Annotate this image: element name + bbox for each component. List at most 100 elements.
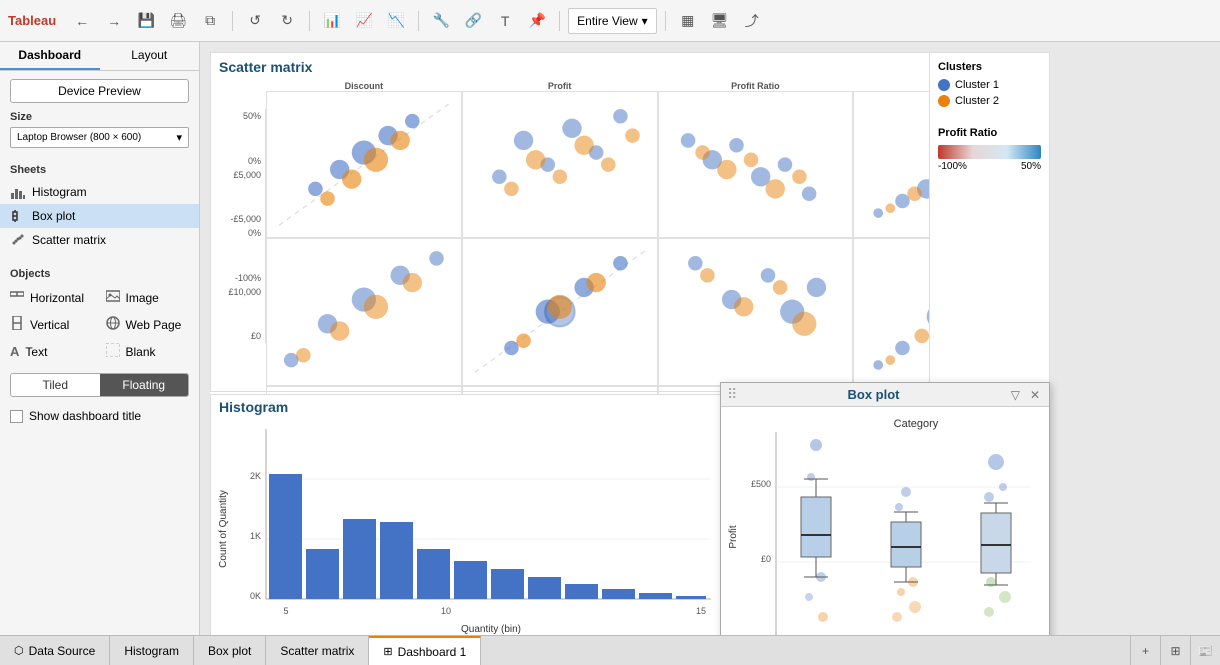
sep5: [665, 11, 666, 31]
image-object[interactable]: Image: [100, 284, 196, 311]
boxplot-title: Box plot: [847, 387, 899, 402]
scatter-p-pr: [658, 238, 854, 385]
image-label: Image: [126, 291, 159, 305]
panel-tabs: Dashboard Layout: [0, 42, 199, 71]
scatter-label: Scatter matrix: [32, 233, 106, 247]
duplicate-button[interactable]: ⧉: [196, 7, 224, 35]
tiled-floating-toggle: Tiled Floating: [10, 373, 189, 397]
redo2-button[interactable]: ↻: [273, 7, 301, 35]
tools3-button[interactable]: T: [491, 7, 519, 35]
sidebar-item-histogram[interactable]: Histogram: [0, 180, 199, 204]
tab-histogram[interactable]: Histogram: [110, 636, 194, 665]
bp-y-label: Profit: [728, 525, 739, 549]
datasource-icon: ⬡: [14, 644, 24, 657]
y-tick-pr-min: -100%: [235, 273, 261, 283]
chart1-button[interactable]: 📊: [318, 7, 346, 35]
scatter-legend: Clusters Cluster 1 Cluster 2 Profit Rati…: [929, 53, 1049, 393]
vertical-label: Vertical: [30, 318, 69, 332]
tools2-button[interactable]: 🔗: [459, 7, 487, 35]
svg-text:5: 5: [283, 606, 288, 616]
scatter-p-d: [266, 238, 462, 385]
boxplot-chart: Category £500 £0 Profit: [721, 407, 1051, 635]
boxplot-filter-button[interactable]: ▽: [1008, 387, 1023, 403]
tab-boxplot[interactable]: Box plot: [194, 636, 266, 665]
sheets-section: Sheets Histogram Box plot Scatter matrix: [0, 156, 199, 260]
boxplot-tab-label: Box plot: [208, 644, 251, 658]
vertical-object[interactable]: Vertical: [4, 311, 100, 338]
sidebar-item-scatter[interactable]: Scatter matrix: [0, 228, 199, 252]
text-object[interactable]: A Text: [4, 338, 100, 365]
sidebar-item-boxplot[interactable]: Box plot: [0, 204, 199, 228]
category-title: Category: [894, 418, 939, 430]
chart2-button[interactable]: 📈: [350, 7, 378, 35]
new-sheet-button[interactable]: +: [1130, 636, 1160, 665]
show-title-checkbox[interactable]: [10, 410, 23, 423]
globe-icon: [106, 316, 120, 333]
datasource-label: Data Source: [29, 644, 96, 658]
horizontal-label: Horizontal: [30, 291, 84, 305]
clusters-legend-title: Clusters: [938, 61, 1041, 73]
y-tick-disc-min: 0%: [248, 156, 261, 166]
undo-button[interactable]: ←: [68, 7, 96, 35]
save-button[interactable]: 💾: [132, 7, 160, 35]
new-story-button[interactable]: 📰: [1190, 636, 1220, 665]
cluster1-dot: [938, 79, 950, 91]
size-dropdown[interactable]: Laptop Browser (800 × 600) ▾: [10, 127, 189, 148]
device-preview-button[interactable]: Device Preview: [10, 79, 189, 103]
blank-object[interactable]: Blank: [100, 338, 196, 365]
boxplot-close-button[interactable]: ✕: [1027, 387, 1043, 403]
image-icon: [106, 289, 120, 306]
size-section: Size Laptop Browser (800 × 600) ▾: [0, 111, 199, 156]
svg-text:£500: £500: [751, 479, 771, 489]
scatter-title-bar: Scatter matrix ⤢: [211, 53, 1049, 81]
view-dropdown[interactable]: Entire View ▾: [568, 8, 657, 34]
bottom-tabs: ⬡ Data Source Histogram Box plot Scatter…: [0, 635, 1220, 665]
scatter-matrix-title: Scatter matrix: [219, 59, 312, 75]
webpage-object[interactable]: Web Page: [100, 311, 196, 338]
horizontal-icon: [10, 289, 24, 306]
svg-text:1K: 1K: [250, 531, 261, 541]
histogram-title-bar: Histogram: [211, 395, 724, 419]
present-button[interactable]: ▦: [674, 7, 702, 35]
histogram-sheet-icon: [10, 184, 26, 200]
histogram-panel: Histogram 0K 1K 2K: [210, 394, 725, 635]
svg-text:15: 15: [696, 606, 706, 616]
tab-dashboard[interactable]: Dashboard: [0, 42, 100, 70]
dashboard-tab-icon: ⊞: [383, 645, 392, 658]
cluster2-dot: [938, 95, 950, 107]
device-button[interactable]: 🖥: [706, 7, 734, 35]
y-tick-profit-max: £5,000: [233, 170, 261, 180]
boxplot-label: Box plot: [32, 209, 75, 223]
undo2-button[interactable]: ↺: [241, 7, 269, 35]
tools1-button[interactable]: 🔧: [427, 7, 455, 35]
svg-text:10: 10: [441, 606, 451, 616]
tab-datasource[interactable]: ⬡ Data Source: [0, 636, 110, 665]
sep3: [418, 11, 419, 31]
webpage-label: Web Page: [126, 318, 182, 332]
gradient-labels: -100% 50%: [938, 161, 1041, 172]
left-panel: Dashboard Layout Device Preview Size Lap…: [0, 42, 200, 635]
cluster2-label: Cluster 2: [955, 95, 999, 107]
new-dashboard-button[interactable]: ⊞: [1160, 636, 1190, 665]
scatter-p-p: [462, 238, 658, 385]
floating-button[interactable]: Floating: [100, 374, 189, 396]
histogram-label: Histogram: [32, 185, 87, 199]
share-button[interactable]: ⤴: [738, 7, 766, 35]
cluster2-legend-item: Cluster 2: [938, 95, 1041, 107]
tab-spacer: [481, 636, 1130, 665]
tiled-button[interactable]: Tiled: [11, 374, 100, 396]
tab-dashboard1[interactable]: ⊞ Dashboard 1: [369, 636, 481, 665]
print-button[interactable]: 🖨: [164, 7, 192, 35]
scatter-matrix-panel: Scatter matrix ⤢ 50% 0%: [210, 52, 1050, 392]
horizontal-object[interactable]: Horizontal: [4, 284, 100, 311]
redo-button[interactable]: →: [100, 7, 128, 35]
chevron-down-icon: ▾: [176, 131, 182, 144]
histogram-title: Histogram: [219, 399, 288, 415]
scatter-tab-label: Scatter matrix: [280, 644, 354, 658]
chart3-button[interactable]: 📉: [382, 7, 410, 35]
pin-button[interactable]: 📌: [523, 7, 551, 35]
size-label: Size: [10, 111, 189, 123]
tab-scatter[interactable]: Scatter matrix: [266, 636, 369, 665]
boxplot-titlebar[interactable]: ⠿ Box plot ▽ ✕: [721, 383, 1049, 407]
tab-layout[interactable]: Layout: [100, 42, 200, 70]
